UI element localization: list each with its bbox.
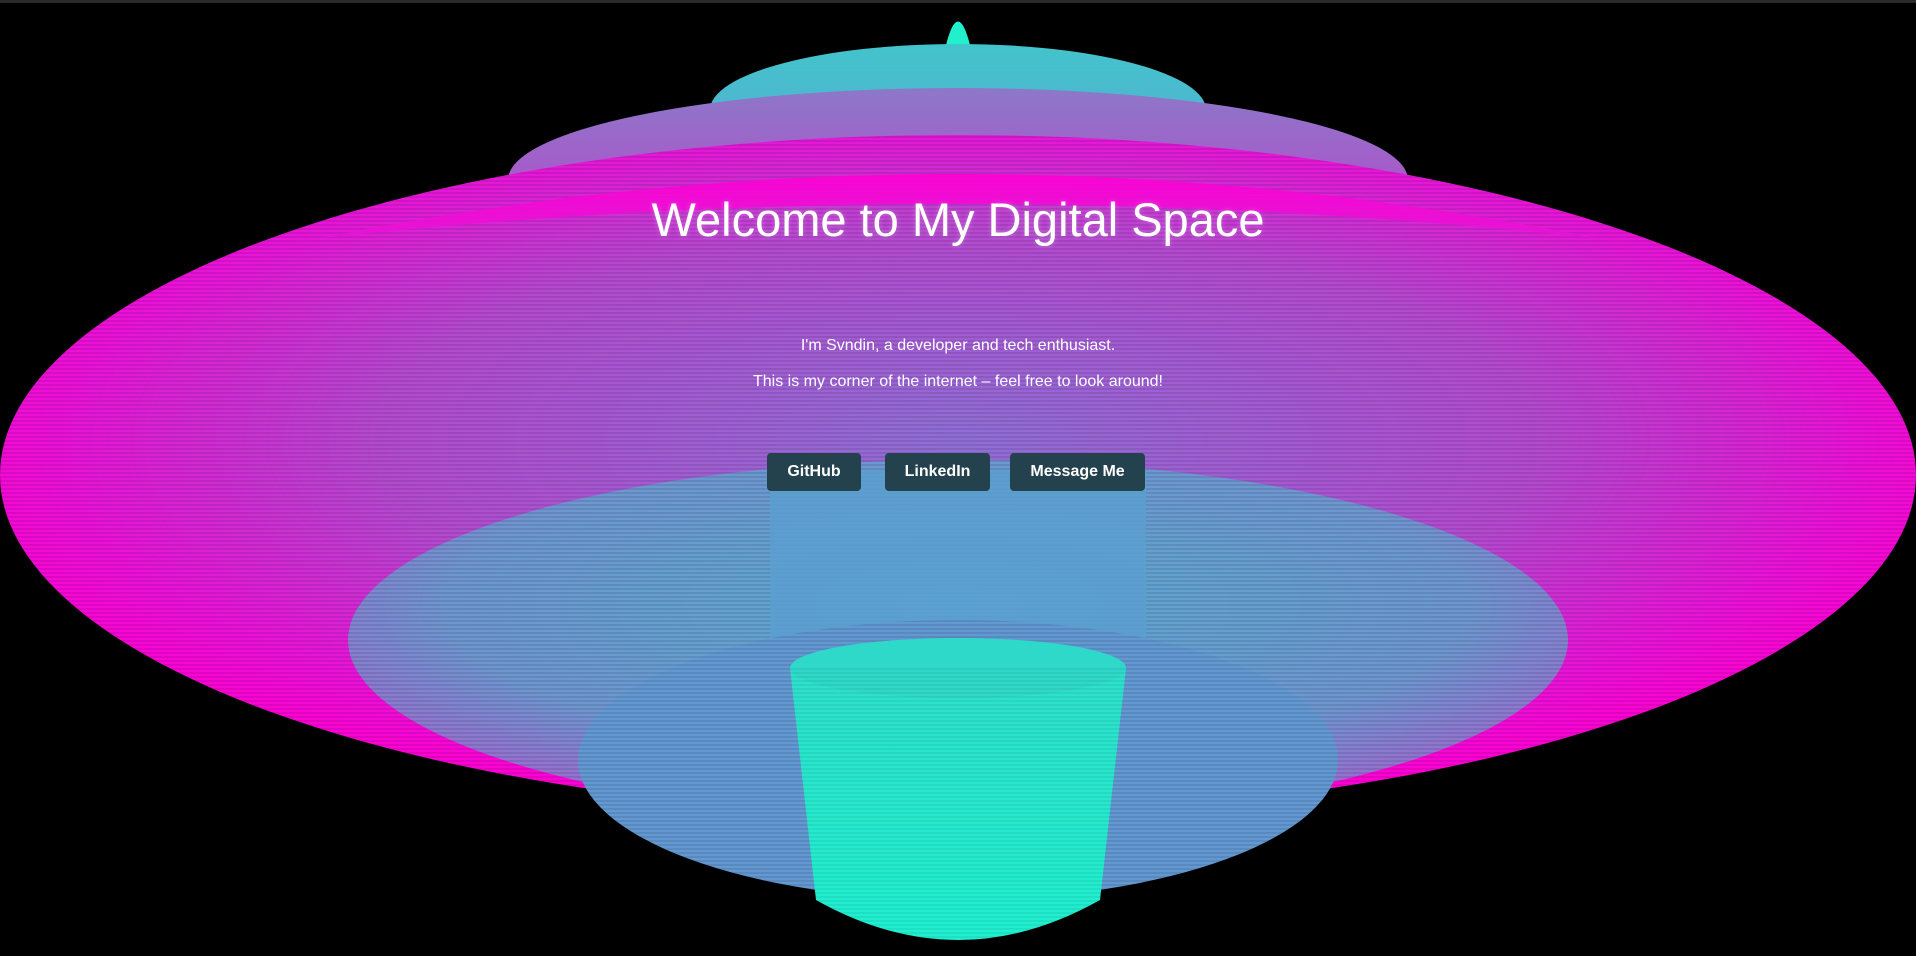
linkedin-button[interactable]: LinkedIn <box>884 453 991 491</box>
page-title: Welcome to My Digital Space <box>651 193 1265 246</box>
intro-text: I'm Svndin, a developer and tech enthusi… <box>800 337 1116 354</box>
github-button[interactable]: GitHub <box>767 453 861 491</box>
hero-section: Welcome to My Digital Space I'm Svndin, … <box>0 0 1916 956</box>
message-me-button[interactable]: Message Me <box>1010 453 1145 491</box>
tagline-text: This is my corner of the internet – feel… <box>753 373 1163 390</box>
link-buttons: GitHub LinkedIn Message Me <box>0 453 1916 491</box>
